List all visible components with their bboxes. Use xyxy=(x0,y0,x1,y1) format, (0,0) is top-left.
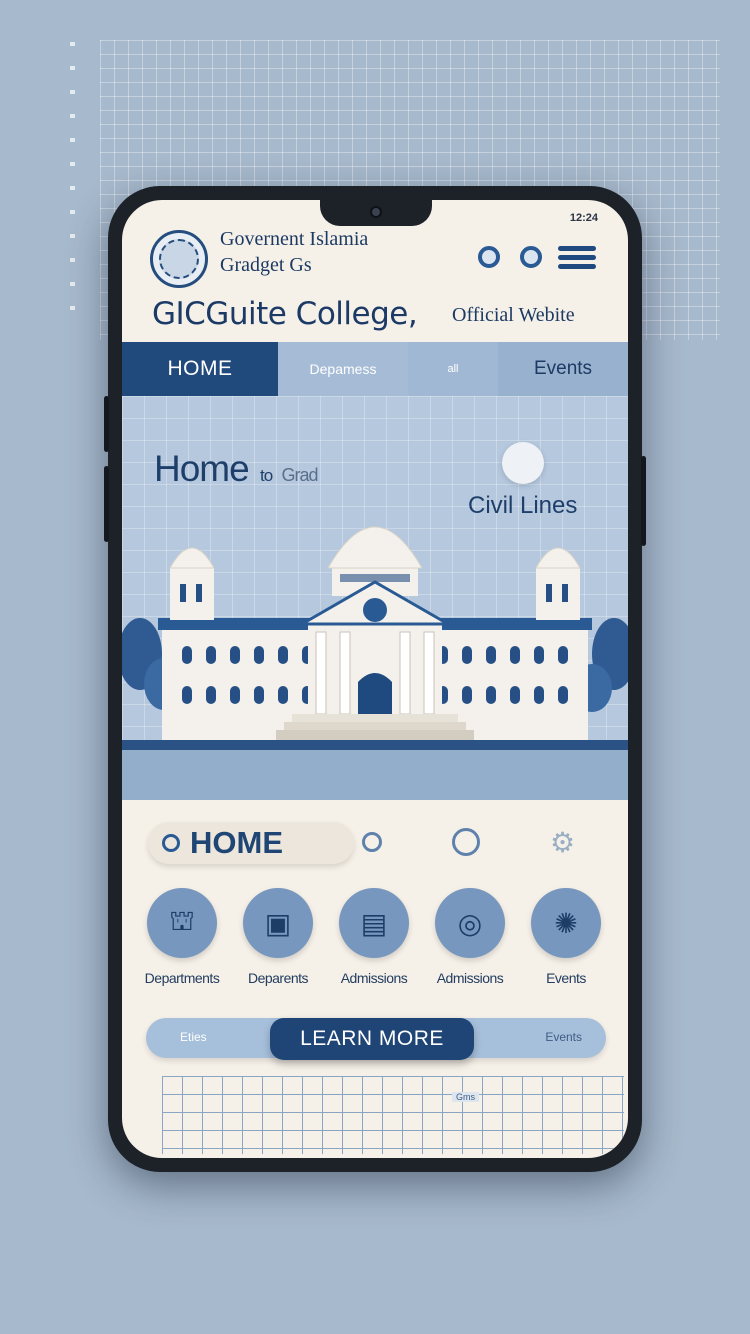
sun-icon: ✺ xyxy=(531,888,601,958)
card-departments[interactable]: ⛫ Departments xyxy=(134,888,230,986)
action-events-link[interactable]: Events xyxy=(545,1030,582,1044)
globe-icon: ◎ xyxy=(435,888,505,958)
main-nav: HOME Depamess all Events xyxy=(122,342,628,396)
power-button xyxy=(641,456,646,546)
hero-banner: Home to Grad Civil Lines xyxy=(122,396,628,800)
volume-up-button xyxy=(104,396,109,452)
action-left-link[interactable]: Eties xyxy=(180,1030,207,1044)
header-line2: Gradget Gs xyxy=(220,254,312,276)
card-events[interactable]: ✺ Events xyxy=(518,888,614,986)
university-icon: ⛫ xyxy=(147,888,217,958)
card-label: Events xyxy=(546,970,586,986)
phone-screen: 12:24 Governent Islamia Gradget Gs GICGu… xyxy=(122,200,628,1158)
footer-grid xyxy=(162,1076,624,1154)
card-deparents[interactable]: ▣ Deparents xyxy=(230,888,326,986)
card-label: Deparents xyxy=(247,970,309,986)
card-label: Departments xyxy=(144,970,220,986)
form-icon: ▤ xyxy=(339,888,409,958)
college-seal-logo[interactable] xyxy=(150,230,208,288)
college-title: GICGuite College, xyxy=(152,296,418,332)
card-admissions[interactable]: ▤ Admissions xyxy=(326,888,422,986)
volume-down-button xyxy=(104,466,109,542)
official-website-label: Official Webite xyxy=(452,304,575,326)
college-building-illustration xyxy=(122,526,628,750)
phone-frame: 12:24 Governent Islamia Gradget Gs GICGu… xyxy=(104,186,646,1172)
road xyxy=(122,750,628,800)
header-line1: Governent Islamia xyxy=(220,228,369,250)
wifi-icon[interactable] xyxy=(452,828,480,856)
gear-icon[interactable]: ⚙ xyxy=(550,826,575,859)
home-pill-button[interactable]: HOME xyxy=(148,822,354,864)
camera-icon xyxy=(370,206,382,218)
home-pill-label: HOME xyxy=(190,825,283,860)
eye-icon[interactable] xyxy=(362,832,382,852)
nav-all[interactable]: all xyxy=(408,342,498,396)
card-admissions-2[interactable]: ◎ Admissions xyxy=(422,888,518,986)
footer-label: Gms xyxy=(452,1092,479,1102)
monitor-icon: ▣ xyxy=(243,888,313,958)
home-icon xyxy=(162,834,180,852)
card-label: Admissions xyxy=(436,970,504,986)
quick-nav-row: HOME ⚙ xyxy=(122,810,628,874)
learn-more-button[interactable]: LEARN MORE xyxy=(270,1018,474,1060)
menu-icon[interactable] xyxy=(558,246,596,270)
card-label: Admissions xyxy=(340,970,408,986)
account-icon[interactable] xyxy=(520,246,542,268)
search-icon[interactable] xyxy=(478,246,500,268)
nav-home[interactable]: HOME xyxy=(122,342,278,396)
nav-departments[interactable]: Depamess xyxy=(278,342,408,396)
notch xyxy=(320,200,432,226)
background-dots xyxy=(70,42,78,352)
seal-emblem-icon xyxy=(159,239,199,279)
nav-events[interactable]: Events xyxy=(498,342,628,396)
